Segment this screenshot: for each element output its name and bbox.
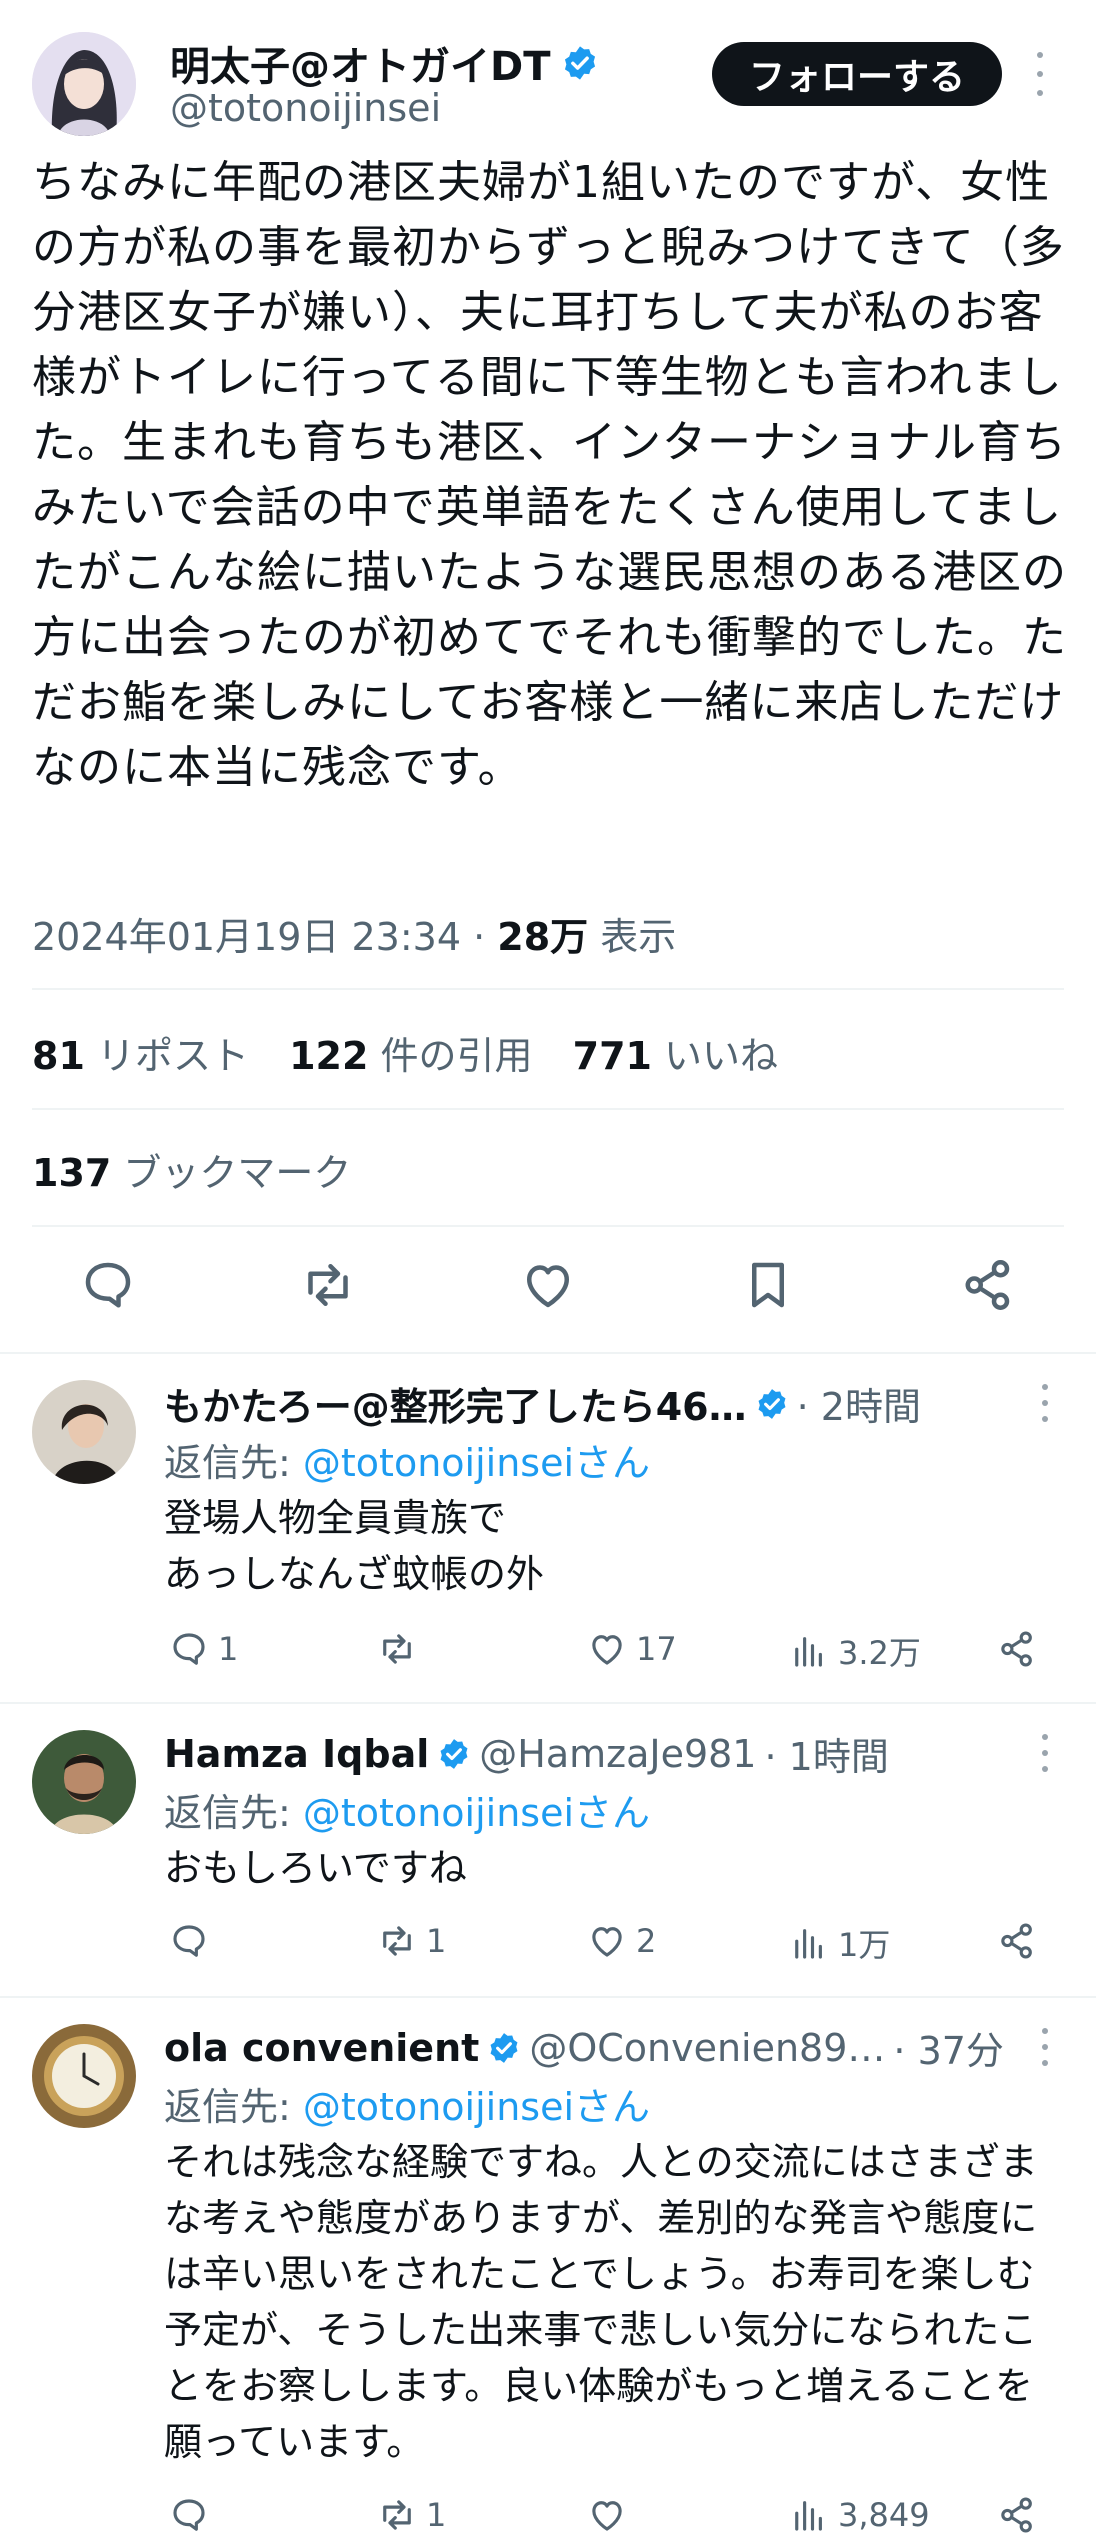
reply-text: おもしろいですね (164, 1846, 467, 1890)
author-name-text[interactable]: 明太子@オトガイDT (170, 34, 551, 92)
reply-to-handle[interactable]: @totonoijinseiさん (303, 1791, 650, 1835)
reply-to-line: 返信先: @totonoijinseiさん (164, 2076, 650, 2131)
reply-handle[interactable]: @OConvenien89… (529, 2026, 885, 2070)
quotes-count: 122 (289, 1034, 369, 1078)
more-icon[interactable] (1040, 1734, 1050, 1772)
reply-time[interactable]: · 2時間 (797, 1376, 921, 1431)
verified-badge-icon (490, 2032, 518, 2063)
share-icon[interactable] (958, 1255, 1018, 1315)
reply-author-name[interactable]: もかたろー@整形完了したら46… (164, 1376, 747, 1431)
like-icon[interactable] (586, 2494, 636, 2536)
reply-handle[interactable]: @HamzaJe981 (479, 1732, 756, 1776)
reply-tweet[interactable]: Hamza Iqbal @HamzaJe981 · 1時間 返信先: @toto… (0, 1704, 1096, 1994)
reply-author-name[interactable]: ola convenient (164, 2026, 479, 2070)
reply-to-label: 返信先: (164, 1791, 291, 1835)
share-icon[interactable] (996, 2494, 1038, 2536)
verified-badge-icon (564, 46, 595, 80)
reposts-label: リポスト (96, 1034, 249, 1078)
divider (32, 1225, 1064, 1227)
author-name[interactable]: 明太子@オトガイDT (170, 34, 599, 92)
like-count: 2 (636, 1922, 657, 1960)
reply-header: ola convenient @OConvenien89… · 37分 (164, 2020, 1004, 2075)
reply-icon[interactable] (168, 2494, 218, 2536)
quotes-label: 件の引用 (380, 1034, 533, 1078)
verified-badge-icon (758, 1388, 786, 1419)
author-handle[interactable]: @totonoijinsei (170, 86, 441, 130)
repost-count: 1 (426, 2496, 447, 2534)
divider (32, 988, 1064, 990)
likes-label: いいね (664, 1034, 779, 1078)
reply-text: それは残念な経験ですね。人との交流にはさまざまな考えや態度がありますが、差別的な… (164, 2140, 1038, 2464)
author-avatar[interactable] (32, 32, 136, 136)
more-icon[interactable] (1040, 2028, 1050, 2066)
avatar[interactable] (32, 2024, 136, 2128)
divider (32, 1108, 1064, 1110)
reply-icon[interactable] (168, 1920, 218, 1962)
reply-header: もかたろー@整形完了したら46… · 2時間 (164, 1376, 921, 1431)
like-icon[interactable] (518, 1255, 578, 1315)
bookmark-icon[interactable] (738, 1255, 798, 1315)
views-count: 28万 (497, 915, 589, 959)
repost-icon[interactable] (376, 1628, 426, 1670)
reply-to-label: 返信先: (164, 2085, 291, 2129)
views-icon[interactable]: 1万 (788, 1920, 890, 1966)
tweet-text: ちなみに年配の港区夫婦が1組いたのですが、女性の方が私の事を最初からずっと睨みつ… (32, 157, 1067, 793)
avatar[interactable] (32, 1730, 136, 1834)
engagement-stats: 81 リポスト 122 件の引用 771 いいね (32, 1025, 778, 1080)
reposts-stat[interactable]: 81 リポスト (32, 1034, 249, 1078)
likes-stat[interactable]: 771 いいね (573, 1034, 778, 1078)
view-count: 3,849 (838, 2496, 930, 2534)
like-count: 17 (636, 1630, 677, 1668)
reply-to-handle[interactable]: @totonoijinseiさん (303, 2085, 650, 2129)
timestamp[interactable]: 2024年01月19日 23:34 (32, 915, 461, 959)
reply-tweet[interactable]: ola convenient @OConvenien89… · 37分 返信先:… (0, 1998, 1096, 2547)
verified-badge-icon (440, 1738, 468, 1769)
share-icon[interactable] (996, 1920, 1038, 1962)
likes-count: 771 (572, 1034, 652, 1078)
views-label: 表示 (600, 915, 677, 959)
tweet-detail-page: 明太子@オトガイDT @totonoijinsei フォローする ちなみに年配の… (0, 0, 1096, 2547)
avatar[interactable] (32, 1380, 136, 1484)
reposts-count: 81 (32, 1034, 85, 1078)
bookmarks-stat[interactable]: 137 ブックマーク (32, 1142, 351, 1197)
reply-to-handle[interactable]: @totonoijinseiさん (303, 1441, 650, 1485)
reply-time[interactable]: · 37分 (893, 2020, 1004, 2075)
reply-to-line: 返信先: @totonoijinseiさん (164, 1432, 650, 1487)
reply-text: 登場人物全員貴族で あっしなんざ蚊帳の外 (164, 1496, 545, 1596)
repost-icon[interactable] (298, 1255, 358, 1315)
like-icon[interactable]: 2 (586, 1920, 656, 1962)
bookmarks-label: ブックマーク (123, 1151, 352, 1195)
reply-to-label: 返信先: (164, 1441, 291, 1485)
views-icon[interactable]: 3.2万 (788, 1628, 921, 1674)
reply-time[interactable]: · 1時間 (764, 1726, 888, 1781)
share-icon[interactable] (996, 1628, 1038, 1670)
views-icon[interactable]: 3,849 (788, 2494, 930, 2536)
follow-button[interactable]: フォローする (712, 42, 1002, 106)
more-icon[interactable] (1030, 52, 1050, 96)
repost-count: 1 (426, 1922, 447, 1960)
more-icon[interactable] (1040, 1384, 1050, 1422)
reply-author-name[interactable]: Hamza Iqbal (164, 1732, 429, 1776)
view-count: 1万 (838, 1926, 891, 1964)
reply-tweet[interactable]: もかたろー@整形完了したら46… · 2時間 返信先: @totonoijins… (0, 1354, 1096, 1702)
bookmarks-count: 137 (32, 1151, 112, 1195)
tweet-action-bar (0, 1255, 1096, 1335)
quotes-stat[interactable]: 122 件の引用 (289, 1034, 532, 1078)
repost-icon[interactable]: 1 (376, 2494, 446, 2536)
repost-icon[interactable]: 1 (376, 1920, 446, 1962)
reply-header: Hamza Iqbal @HamzaJe981 · 1時間 (164, 1726, 889, 1781)
reply-count: 1 (218, 1630, 239, 1668)
tweet-meta: 2024年01月19日 23:34 · 28万 表示 (32, 915, 677, 959)
reply-to-line: 返信先: @totonoijinseiさん (164, 1782, 650, 1837)
like-icon[interactable]: 17 (586, 1628, 677, 1670)
reply-icon[interactable]: 1 (168, 1628, 238, 1670)
reply-icon[interactable] (78, 1255, 138, 1315)
view-count: 3.2万 (838, 1634, 921, 1672)
